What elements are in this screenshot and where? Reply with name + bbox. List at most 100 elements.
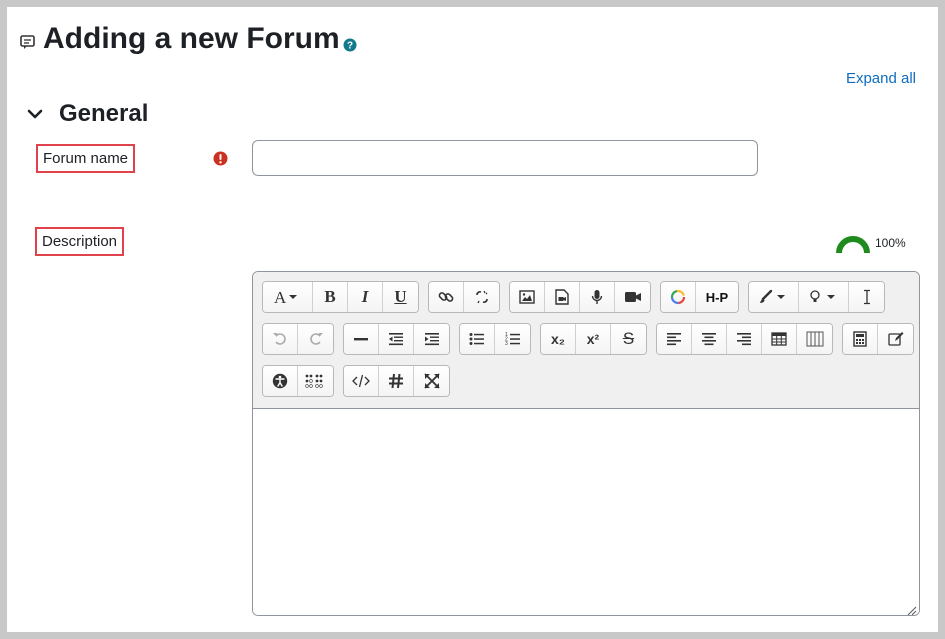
ordered-list-button[interactable]: 123	[495, 324, 530, 354]
unlink-icon	[475, 290, 488, 304]
record-audio-icon	[591, 290, 603, 304]
general-section-toggle[interactable]: General	[27, 100, 148, 128]
h5p-button[interactable]: H-P	[696, 282, 738, 312]
record-audio-button[interactable]	[580, 282, 615, 312]
font-style-icon: A	[274, 289, 297, 305]
record-video-icon	[624, 292, 641, 302]
outdent-button[interactable]	[379, 324, 414, 354]
ordered-list-icon: 123	[505, 332, 520, 347]
editor-toolbar: A B I U H-P 1 2 3 x₂ x² S	[253, 272, 919, 409]
google-icon	[670, 289, 686, 305]
page-header: Adding a new Forum ?	[19, 21, 357, 57]
underline-button[interactable]: U	[383, 282, 418, 312]
media-button[interactable]	[545, 282, 580, 312]
svg-text:3: 3	[505, 341, 508, 347]
link-icon	[438, 292, 454, 302]
unordered-list-button[interactable]	[460, 324, 495, 354]
forum-name-input[interactable]	[252, 140, 758, 176]
indent-icon	[424, 333, 439, 346]
google-button[interactable]	[661, 282, 696, 312]
undo-button[interactable]	[263, 324, 298, 354]
columns-icon	[806, 331, 823, 347]
edit-button[interactable]	[878, 324, 913, 354]
indent-button[interactable]	[414, 324, 449, 354]
outdent-icon	[389, 333, 403, 346]
braille-icon	[304, 374, 323, 388]
text-cursor-icon	[863, 289, 870, 305]
hashtag-icon	[389, 373, 403, 389]
accessibility-checker-button[interactable]	[263, 366, 298, 396]
toolbar-group-block	[343, 323, 450, 355]
strikethrough-button[interactable]: S	[611, 324, 646, 354]
horizontal-rule-icon	[354, 338, 368, 341]
toolbar-row-3	[262, 365, 459, 397]
record-video-button[interactable]	[615, 282, 650, 312]
align-left-button[interactable]	[657, 324, 692, 354]
toolbar-row-1: A B I U H-P	[262, 281, 894, 313]
align-right-button[interactable]	[727, 324, 762, 354]
unlink-button[interactable]	[464, 282, 499, 312]
required-icon	[213, 151, 228, 166]
paintbrush-button[interactable]	[749, 282, 799, 312]
toolbar-group-extra	[842, 323, 914, 355]
help-icon[interactable]: ?	[343, 38, 357, 52]
expand-all-link[interactable]: Expand all	[846, 70, 916, 87]
resize-handle-icon[interactable]	[907, 603, 917, 615]
table-button[interactable]	[762, 324, 797, 354]
toolbar-row-2: 123 x₂ x² S	[262, 323, 919, 355]
unordered-list-icon	[469, 333, 484, 345]
html-source-icon	[352, 374, 370, 388]
accessibility-checker-icon	[272, 373, 288, 389]
superscript-button[interactable]: x²	[576, 324, 611, 354]
forum-name-label: Forum name	[36, 144, 136, 173]
svg-text:A: A	[274, 289, 287, 305]
media-icon	[555, 289, 569, 305]
align-right-icon	[737, 333, 751, 346]
forum-icon	[19, 33, 37, 51]
table-icon	[771, 332, 787, 346]
accessibility-score-text: 100%	[875, 236, 906, 250]
braille-button[interactable]	[298, 366, 333, 396]
svg-text:?: ?	[347, 41, 353, 52]
toolbar-group-source	[343, 365, 450, 397]
font-style-button[interactable]: A	[263, 282, 313, 312]
toolbar-group-lists: 123	[459, 323, 531, 355]
page-title: Adding a new Forum	[43, 22, 340, 55]
toolbar-group-embeds: H-P	[660, 281, 739, 313]
align-center-button[interactable]	[692, 324, 727, 354]
horizontal-rule-button[interactable]	[344, 324, 379, 354]
subscript-button[interactable]: x₂	[541, 324, 576, 354]
toolbar-group-tools	[748, 281, 885, 313]
calculator-icon	[853, 331, 867, 347]
page-frame: Adding a new Forum ? Expand all General …	[7, 7, 938, 632]
description-editor-content[interactable]	[253, 409, 919, 615]
italic-button[interactable]: I	[348, 282, 383, 312]
description-label: Description	[35, 227, 125, 256]
redo-icon	[309, 333, 323, 345]
image-button[interactable]	[510, 282, 545, 312]
image-icon	[519, 290, 535, 304]
align-center-icon	[702, 333, 716, 346]
toolbar-group-accessibility	[262, 365, 334, 397]
section-title: General	[59, 100, 149, 127]
edit-icon	[887, 332, 903, 346]
description-editor: A B I U H-P 1 2 3 x₂ x² S	[252, 271, 920, 616]
chevron-down-icon	[27, 106, 43, 122]
lightbulb-button[interactable]	[799, 282, 849, 312]
accessibility-score: 100%	[835, 233, 906, 253]
fullscreen-icon	[423, 373, 440, 389]
redo-button[interactable]	[298, 324, 333, 354]
text-cursor-button[interactable]	[849, 282, 884, 312]
hashtag-button[interactable]	[379, 366, 414, 396]
calculator-button[interactable]	[843, 324, 878, 354]
columns-button[interactable]	[797, 324, 832, 354]
toolbar-group-links	[428, 281, 500, 313]
toolbar-group-history	[262, 323, 334, 355]
toolbar-group-text-format: A B I U	[262, 281, 419, 313]
link-button[interactable]	[429, 282, 464, 312]
fullscreen-button[interactable]	[414, 366, 449, 396]
html-source-button[interactable]	[344, 366, 379, 396]
bold-button[interactable]: B	[313, 282, 348, 312]
paintbrush-icon	[759, 289, 785, 303]
toolbar-group-script: x₂ x² S	[540, 323, 647, 355]
